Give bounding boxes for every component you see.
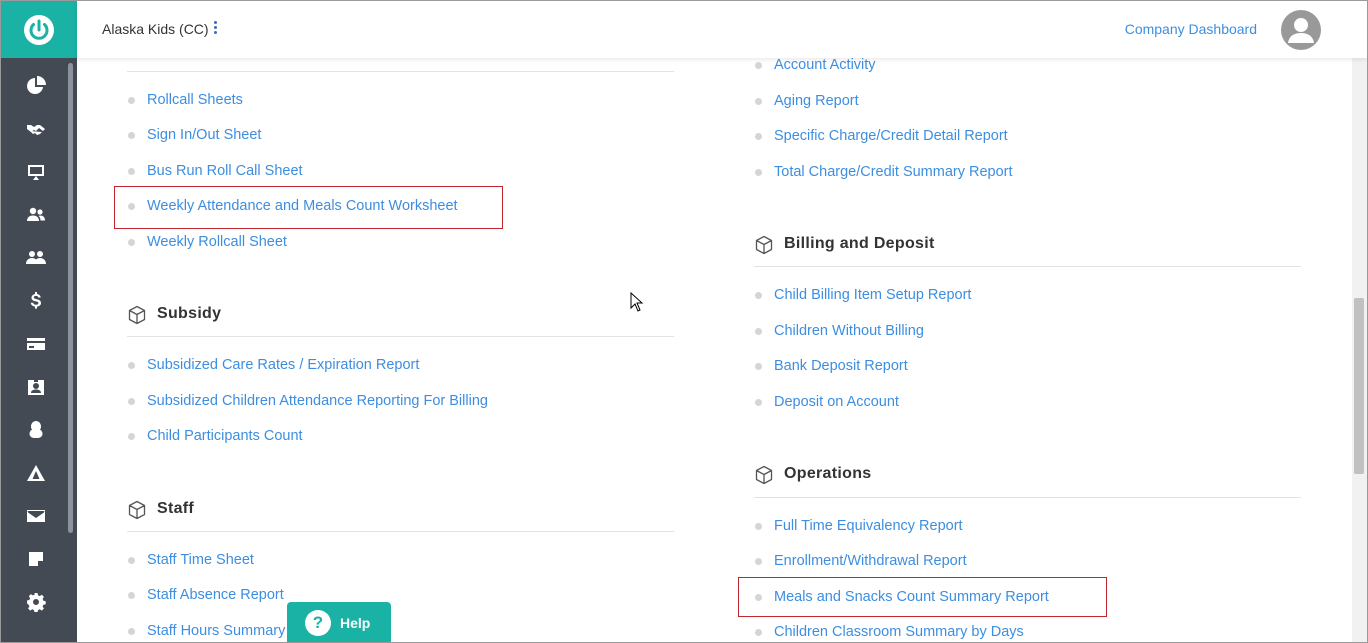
list-bullet xyxy=(128,628,135,635)
mouse-cursor-icon xyxy=(630,291,644,312)
help-label: Help xyxy=(340,615,371,631)
list-bullet xyxy=(128,203,135,210)
report-link[interactable]: Weekly Rollcall Sheet xyxy=(147,234,287,250)
center-name[interactable]: Alaska Kids (CC) xyxy=(102,21,209,37)
report-link[interactable]: Bank Deposit Report xyxy=(774,358,908,374)
kebab-menu-icon[interactable] xyxy=(214,21,218,37)
dashboard-pie-icon[interactable] xyxy=(25,75,47,97)
list-bullet xyxy=(755,98,762,105)
section-divider xyxy=(754,266,1301,267)
cube-icon xyxy=(127,305,147,325)
report-link[interactable]: Subsidized Children Attendance Reporting… xyxy=(147,393,488,409)
report-link[interactable]: Enrollment/Withdrawal Report xyxy=(774,553,967,569)
report-link[interactable]: Meals and Snacks Count Summary Report xyxy=(774,589,1049,605)
report-link[interactable]: Staff Absence Report xyxy=(147,587,284,603)
tree-icon[interactable] xyxy=(25,419,47,441)
list-bullet xyxy=(755,328,762,335)
list-bullet xyxy=(128,398,135,405)
list-bullet xyxy=(755,133,762,140)
envelope-icon[interactable] xyxy=(25,505,47,527)
section-title-operations: Operations xyxy=(784,465,872,482)
dollar-icon[interactable] xyxy=(25,290,47,312)
app-logo[interactable] xyxy=(1,1,77,58)
top-bar: Alaska Kids (CC) Company Dashboard xyxy=(77,1,1367,58)
report-link[interactable]: Aging Report xyxy=(774,93,859,109)
section-divider xyxy=(754,497,1301,498)
user-silhouette-icon xyxy=(1288,18,1314,43)
cube-icon xyxy=(754,465,774,485)
section-title-staff: Staff xyxy=(157,500,195,517)
sidebar-scrollbar[interactable] xyxy=(68,63,73,533)
list-bullet xyxy=(128,362,135,369)
list-bullet xyxy=(128,557,135,564)
list-bullet xyxy=(755,363,762,370)
list-bullet xyxy=(755,169,762,176)
list-bullet xyxy=(755,399,762,406)
note-icon[interactable] xyxy=(25,548,47,570)
sidebar xyxy=(1,1,77,642)
report-link[interactable]: Full Time Equivalency Report xyxy=(774,518,963,534)
report-link[interactable]: Total Charge/Credit Summary Report xyxy=(774,164,1013,180)
scrollbar-thumb[interactable] xyxy=(1354,298,1364,474)
report-link[interactable]: Staff Time Sheet xyxy=(147,552,254,568)
handshake-icon[interactable] xyxy=(25,118,47,140)
report-link[interactable]: Account Activity xyxy=(774,57,876,73)
list-bullet xyxy=(128,168,135,175)
list-bullet xyxy=(128,433,135,440)
page-scrollbar[interactable] xyxy=(1352,58,1367,642)
list-bullet xyxy=(755,523,762,530)
screen-icon[interactable] xyxy=(25,161,47,183)
gear-icon[interactable] xyxy=(25,591,47,613)
app-frame: Alaska Kids (CC) Company Dashboard Rollc… xyxy=(0,0,1368,643)
power-logo-icon xyxy=(24,14,54,45)
list-bullet xyxy=(755,62,762,69)
report-link[interactable]: Specific Charge/Credit Detail Report xyxy=(774,128,1008,144)
user-avatar[interactable] xyxy=(1281,10,1321,50)
report-link[interactable]: Sign In/Out Sheet xyxy=(147,127,261,143)
list-bullet xyxy=(128,239,135,246)
list-bullet xyxy=(755,629,762,636)
users-icon[interactable] xyxy=(25,204,47,226)
badge-icon[interactable] xyxy=(25,376,47,398)
report-link[interactable]: Children Without Billing xyxy=(774,323,924,339)
section-divider xyxy=(127,336,674,337)
report-link[interactable]: Weekly Attendance and Meals Count Worksh… xyxy=(147,198,458,214)
list-bullet xyxy=(128,592,135,599)
section-title-billing: Billing and Deposit xyxy=(784,235,935,252)
section-divider xyxy=(127,71,674,72)
report-link[interactable]: Staff Hours Summary xyxy=(147,623,285,639)
list-bullet xyxy=(755,594,762,601)
section-divider xyxy=(127,531,674,532)
list-bullet xyxy=(755,558,762,565)
company-dashboard-link[interactable]: Company Dashboard xyxy=(1125,21,1257,37)
list-bullet xyxy=(755,292,762,299)
section-title-subsidy: Subsidy xyxy=(157,305,222,322)
list-bullet xyxy=(128,97,135,104)
help-button[interactable]: ? Help xyxy=(287,602,391,642)
help-question-icon: ? xyxy=(305,610,331,636)
report-link[interactable]: Children Classroom Summary by Days xyxy=(774,624,1024,640)
report-link[interactable]: Deposit on Account xyxy=(774,394,899,410)
report-link[interactable]: Bus Run Roll Call Sheet xyxy=(147,163,303,179)
tent-icon[interactable] xyxy=(25,462,47,484)
report-link[interactable]: Child Participants Count xyxy=(147,428,303,444)
credit-card-icon[interactable] xyxy=(25,333,47,355)
report-link[interactable]: Child Billing Item Setup Report xyxy=(774,287,971,303)
cube-icon xyxy=(127,500,147,520)
cube-icon xyxy=(754,235,774,255)
report-link[interactable]: Rollcall Sheets xyxy=(147,92,243,108)
report-link[interactable]: Subsidized Care Rates / Expiration Repor… xyxy=(147,357,419,373)
list-bullet xyxy=(128,132,135,139)
family-icon[interactable] xyxy=(25,247,47,269)
